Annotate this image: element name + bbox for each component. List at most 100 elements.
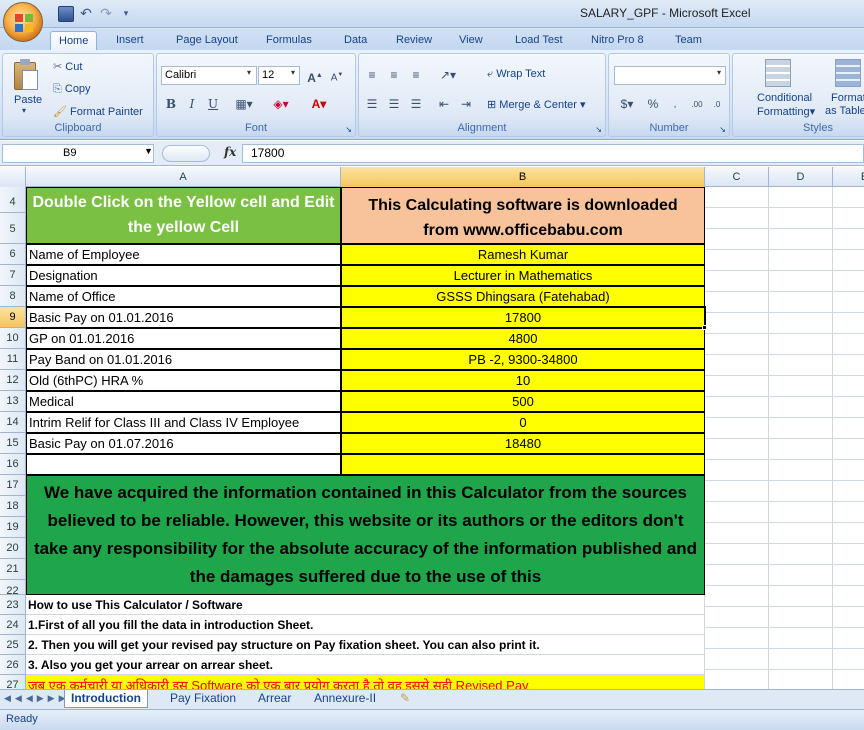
- row-header-7[interactable]: 7: [0, 265, 26, 286]
- field-label[interactable]: Name of Office: [26, 286, 341, 307]
- row-header-27[interactable]: 27: [0, 675, 26, 689]
- format-as-table-label[interactable]: as Table: [825, 105, 864, 117]
- undo-icon[interactable]: ↶: [78, 6, 94, 22]
- sheet-tab-pay-fixation[interactable]: Pay Fixation: [164, 690, 242, 708]
- row-header-25[interactable]: 25: [0, 635, 26, 655]
- tab-page-layout[interactable]: Page Layout: [168, 31, 246, 50]
- name-box[interactable]: B9: [2, 144, 154, 163]
- row-header-6[interactable]: 6: [0, 244, 26, 265]
- copy-button[interactable]: ⎘ Copy: [53, 83, 91, 96]
- field-label[interactable]: Basic Pay on 01.07.2016: [26, 433, 341, 454]
- field-value[interactable]: 10: [341, 370, 705, 391]
- field-value[interactable]: 4800: [341, 328, 705, 349]
- column-header-e[interactable]: E: [833, 167, 864, 187]
- tab-load-test[interactable]: Load Test: [507, 31, 571, 50]
- customize-qat-icon[interactable]: ▾: [118, 6, 134, 22]
- insert-sheet-icon[interactable]: ✎: [394, 690, 416, 708]
- field-value[interactable]: 18480: [341, 433, 705, 454]
- align-right-icon[interactable]: ☰: [406, 95, 426, 113]
- row-header-19[interactable]: 19: [0, 517, 26, 538]
- italic-icon[interactable]: I: [182, 95, 202, 113]
- conditional-formatting-button[interactable]: Conditional: [757, 92, 812, 104]
- sheet-tab-arrear[interactable]: Arrear: [252, 690, 297, 708]
- tab-data[interactable]: Data: [336, 31, 375, 50]
- shrink-font-icon[interactable]: A▼: [327, 66, 347, 84]
- row-header-12[interactable]: 12: [0, 370, 26, 391]
- conditional-formatting-icon[interactable]: [765, 59, 791, 87]
- tab-home[interactable]: Home: [50, 31, 98, 50]
- tab-view[interactable]: View: [451, 31, 491, 50]
- step-1-text[interactable]: 1.First of all you fill the data in intr…: [26, 615, 705, 635]
- tab-team[interactable]: Team: [667, 31, 710, 50]
- sheet-nav-icons[interactable]: ◀◀◀▶▶▶: [4, 693, 70, 704]
- underline-icon[interactable]: U: [203, 95, 223, 113]
- align-left-icon[interactable]: ☰: [362, 95, 382, 113]
- font-name-select[interactable]: Calibri: [161, 66, 257, 85]
- how-to-heading[interactable]: How to use This Calculator / Software: [26, 595, 705, 615]
- field-value[interactable]: Lecturer in Mathematics: [341, 265, 705, 286]
- paste-button[interactable]: Paste: [14, 94, 42, 106]
- row-header-13[interactable]: 13: [0, 391, 26, 412]
- sheet-tab-introduction[interactable]: Introduction: [64, 690, 148, 708]
- bold-icon[interactable]: B: [161, 95, 181, 113]
- align-top-icon[interactable]: ≡: [362, 66, 382, 84]
- field-label[interactable]: Intrim Relif for Class III and Class IV …: [26, 412, 341, 433]
- empty-cells-c[interactable]: [705, 187, 769, 689]
- increase-decimal-icon[interactable]: .00: [687, 95, 707, 113]
- decrease-indent-icon[interactable]: ⇤: [434, 95, 454, 113]
- cut-button[interactable]: ✂ Cut: [53, 60, 82, 73]
- redo-icon[interactable]: ↷: [98, 6, 114, 22]
- align-middle-icon[interactable]: ≡: [384, 66, 404, 84]
- font-dialog-launcher-icon[interactable]: ↘: [345, 125, 352, 134]
- empty-cells-e[interactable]: [833, 187, 864, 689]
- format-as-table-button[interactable]: Format: [831, 92, 864, 104]
- font-name-dropdown-icon[interactable]: ▾: [247, 68, 251, 77]
- tab-review[interactable]: Review: [388, 31, 440, 50]
- merge-center-button[interactable]: ⊞ Merge & Center ▾: [487, 98, 586, 111]
- field-value[interactable]: PB -2, 9300-34800: [341, 349, 705, 370]
- cell-a16[interactable]: [26, 454, 341, 475]
- comma-style-icon[interactable]: ,: [665, 95, 685, 113]
- column-header-d[interactable]: D: [769, 167, 833, 187]
- instruction-header-cell[interactable]: Double Click on the Yellow cell and Edit…: [26, 187, 341, 244]
- conditional-formatting-label[interactable]: Formatting▾: [757, 105, 815, 118]
- cell-b16[interactable]: [341, 454, 705, 475]
- fill-color-icon[interactable]: ◈▾: [265, 95, 297, 113]
- font-size-dropdown-icon[interactable]: ▾: [291, 68, 295, 77]
- row-header-10[interactable]: 10: [0, 328, 26, 349]
- row-header-14[interactable]: 14: [0, 412, 26, 433]
- empty-cells-d[interactable]: [769, 187, 833, 689]
- row-header-18[interactable]: 18: [0, 496, 26, 517]
- column-header-b[interactable]: B: [341, 167, 705, 187]
- number-dialog-launcher-icon[interactable]: ↘: [719, 125, 726, 134]
- field-value[interactable]: 0: [341, 412, 705, 433]
- field-value[interactable]: Ramesh Kumar: [341, 244, 705, 265]
- formula-input[interactable]: 17800: [242, 144, 864, 163]
- row-header-15[interactable]: 15: [0, 433, 26, 454]
- row-header-8[interactable]: 8: [0, 286, 26, 307]
- row-header-17[interactable]: 17: [0, 475, 26, 496]
- name-box-dropdown-icon[interactable]: ▼: [144, 146, 153, 156]
- office-button[interactable]: [3, 2, 43, 42]
- column-header-c[interactable]: C: [705, 167, 769, 187]
- align-bottom-icon[interactable]: ≡: [406, 66, 426, 84]
- field-label[interactable]: Name of Employee: [26, 244, 341, 265]
- currency-icon[interactable]: $▾: [614, 95, 640, 113]
- align-center-icon[interactable]: ☰: [384, 95, 404, 113]
- format-as-table-icon[interactable]: [835, 59, 861, 87]
- field-label[interactable]: Pay Band on 01.01.2016: [26, 349, 341, 370]
- format-painter-button[interactable]: 🖌 Format Painter: [53, 105, 143, 118]
- field-label[interactable]: Old (6thPC) HRA %: [26, 370, 341, 391]
- formula-bar-splitter[interactable]: [162, 145, 210, 162]
- decrease-decimal-icon[interactable]: .0: [707, 95, 727, 113]
- row-header-16[interactable]: 16: [0, 454, 26, 475]
- field-value[interactable]: 500: [341, 391, 705, 412]
- row-header-11[interactable]: 11: [0, 349, 26, 370]
- field-label[interactable]: Medical: [26, 391, 341, 412]
- grow-font-icon[interactable]: A▲: [305, 66, 325, 85]
- number-format-select[interactable]: [614, 66, 726, 85]
- row-header-24[interactable]: 24: [0, 615, 26, 635]
- hindi-note-text[interactable]: जब एक कर्मचारी या अधिकारी इस Software को…: [26, 675, 705, 689]
- row-header-21[interactable]: 21: [0, 559, 26, 580]
- row-header-22[interactable]: 22: [0, 580, 26, 597]
